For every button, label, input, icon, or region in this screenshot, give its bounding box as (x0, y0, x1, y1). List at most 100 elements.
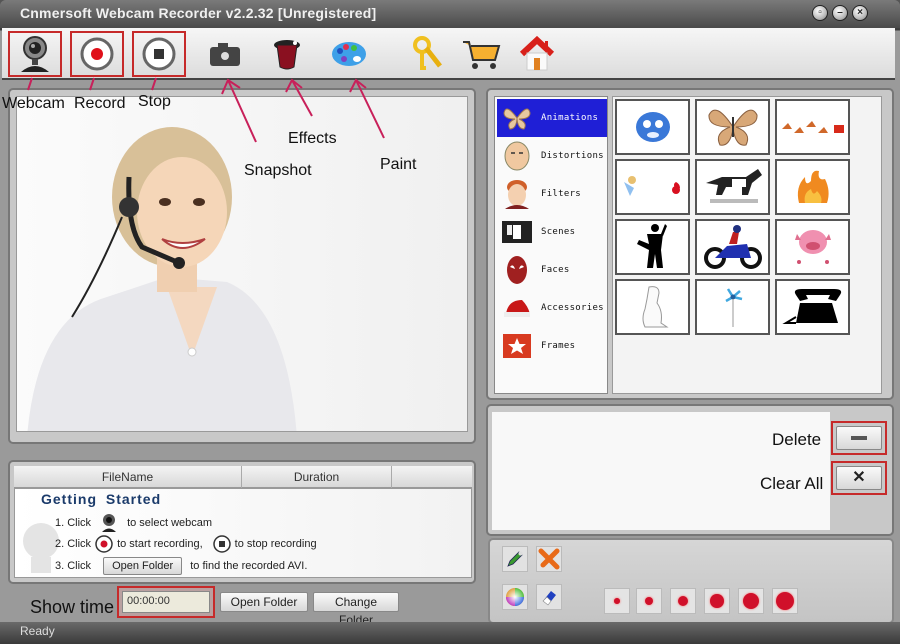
camera-icon (210, 43, 240, 66)
clear-all-button[interactable]: ✕ (836, 466, 882, 490)
color-picker-button[interactable] (502, 584, 528, 610)
step-3-suffix: to find the recorded AVI. (190, 560, 308, 572)
eraser-icon (542, 591, 556, 606)
delete-button[interactable] (836, 426, 882, 450)
effect-thumbnail-pink-pig[interactable] (775, 219, 850, 275)
step-3-prefix: 3. Click (55, 560, 92, 572)
clear-paint-button[interactable] (536, 546, 562, 572)
record-button[interactable] (70, 31, 124, 77)
effect-category-frames[interactable]: Frames (497, 327, 607, 365)
motorcycle-rider-icon (703, 224, 763, 270)
time-display: 00:00:00 (122, 591, 210, 613)
snapshot-button[interactable] (198, 31, 252, 77)
dancer-silhouette-icon (633, 222, 673, 272)
effect-category-filters[interactable]: Filters (497, 175, 607, 213)
pencil-button[interactable] (502, 546, 528, 572)
brush-size-4-button[interactable] (704, 588, 730, 614)
brush-size-5-button[interactable] (738, 588, 764, 614)
effect-thumbnail-cupid-heart[interactable] (615, 159, 690, 215)
step-1: 1. Click to select webcam (55, 513, 212, 533)
webcam-button[interactable] (8, 31, 62, 77)
change-folder-button[interactable]: Change Folder (313, 592, 399, 627)
stop-button[interactable] (132, 31, 186, 77)
butterfly-icon (501, 103, 533, 133)
effect-category-animations[interactable]: Animations (497, 99, 607, 137)
brush-size-2-button[interactable] (636, 588, 662, 614)
time-display-frame: 00:00:00 (117, 586, 215, 618)
effect-category-scenes[interactable]: Scenes (497, 213, 607, 251)
delete-button-frame (831, 421, 887, 455)
step-1-suffix: to select webcam (127, 517, 213, 529)
inline-open-folder-button[interactable]: Open Folder (103, 557, 183, 575)
frame-icon (501, 331, 533, 361)
effect-category-faces[interactable]: Faces (497, 251, 607, 289)
blue-smiley-icon (633, 109, 673, 145)
hat-icon (501, 293, 533, 323)
color-wheel-icon (506, 588, 524, 606)
running-dog-icon (702, 165, 764, 209)
annotation-show-time: Show time (30, 597, 115, 617)
step-2-prefix: 2. Click (55, 538, 92, 550)
effect-category-list: Animations Distortions Filters Scenes Faces A… (494, 96, 608, 394)
telephone-icon (781, 287, 844, 327)
effects-panel: Animations Distortions Filters Scenes Faces A… (486, 88, 894, 400)
home-icon (519, 36, 555, 71)
column-extra[interactable] (392, 466, 472, 488)
brush-dot-icon (743, 593, 759, 609)
getting-started-title: Getting Started (41, 491, 162, 507)
effect-thumbnail-running-dog[interactable] (695, 159, 770, 215)
column-filename[interactable]: FileName (14, 466, 242, 488)
effect-thumbnail-motorcycle-rider[interactable] (695, 219, 770, 275)
effect-category-distortions[interactable]: Distortions (497, 137, 607, 175)
annotation-clear-all: Clear All (760, 474, 824, 493)
effect-thumbnail-dancer-silhouette[interactable] (615, 219, 690, 275)
file-list-header: FileName Duration (14, 466, 472, 488)
close-icon[interactable]: × (852, 5, 868, 21)
annotation-paint: Paint (380, 156, 417, 173)
effect-category-label: Filters (541, 189, 582, 199)
pink-pig-icon (789, 226, 837, 268)
column-duration[interactable]: Duration (242, 466, 392, 488)
effects-button[interactable] (260, 31, 314, 77)
effect-thumbnail-butterfly[interactable] (695, 99, 770, 155)
open-folder-button[interactable]: Open Folder (220, 592, 308, 612)
step-1-prefix: 1. Click (55, 517, 92, 529)
effect-category-label: Faces (541, 265, 570, 275)
effect-thumbnail-blue-smiley[interactable] (615, 99, 690, 155)
effect-thumbnail-outline-figure[interactable] (615, 279, 690, 335)
register-button[interactable] (400, 31, 454, 77)
paint-button[interactable] (322, 31, 376, 77)
step-2-middle: to start recording, (117, 538, 203, 550)
pinwheel-icon (718, 285, 748, 329)
file-list-body[interactable]: Getting Started 1. Click to select webca… (14, 488, 472, 578)
brush-size-6-button[interactable] (772, 588, 798, 614)
minimize-icon[interactable]: – (832, 5, 848, 21)
buy-button[interactable] (454, 31, 508, 77)
fire-icon (793, 167, 833, 207)
pencil-icon (507, 551, 523, 567)
record-icon (80, 37, 114, 71)
minus-icon (851, 436, 867, 440)
scene-icon (501, 217, 533, 247)
app-window: Cnmersoft Webcam Recorder v2.2.32 [Unreg… (0, 0, 900, 644)
effect-thumbnail-walking-chicks[interactable] (775, 99, 850, 155)
toolbar (2, 28, 895, 80)
brush-size-1-button[interactable] (604, 588, 630, 614)
effect-thumbnail-telephone[interactable] (775, 279, 850, 335)
brush-dot-icon (614, 598, 620, 604)
webcam-icon (21, 36, 49, 72)
restore-icon[interactable]: ▫ (812, 5, 828, 21)
brush-size-3-button[interactable] (670, 588, 696, 614)
eraser-button[interactable] (536, 584, 562, 610)
effect-category-accessories[interactable]: Accessories (497, 289, 607, 327)
home-button[interactable] (510, 31, 564, 77)
magic-hat-icon (274, 40, 300, 70)
webcam-icon (102, 514, 117, 532)
clear-paint-icon (538, 548, 560, 570)
annotation-arrows (27, 77, 385, 143)
brush-dot-icon (644, 596, 654, 606)
outline-figure-icon (633, 283, 673, 331)
effect-thumbnail-fire[interactable] (775, 159, 850, 215)
file-list-panel: FileName Duration Getting Started 1. Cli… (8, 460, 476, 584)
effect-thumbnail-pinwheel[interactable] (695, 279, 770, 335)
